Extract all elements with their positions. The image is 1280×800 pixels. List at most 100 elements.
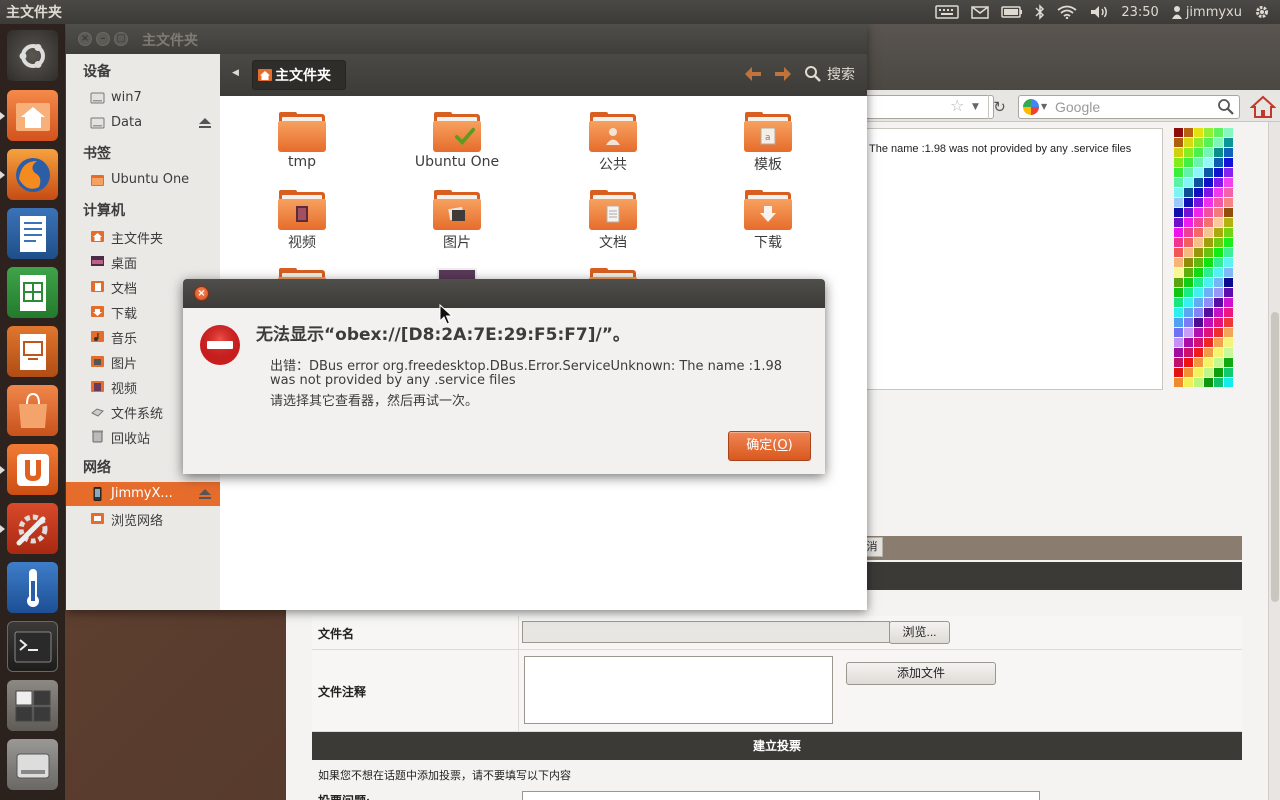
file-item-tmp[interactable]: tmp xyxy=(242,112,362,170)
palette-swatch[interactable] xyxy=(1184,378,1193,387)
palette-swatch[interactable] xyxy=(1214,138,1223,147)
palette-swatch[interactable] xyxy=(1194,278,1203,287)
add-file-button[interactable]: 添加文件 xyxy=(846,662,996,685)
palette-swatch[interactable] xyxy=(1174,288,1183,297)
palette-swatch[interactable] xyxy=(1194,288,1203,297)
palette-swatch[interactable] xyxy=(1204,348,1213,357)
palette-swatch[interactable] xyxy=(1214,278,1223,287)
palette-swatch[interactable] xyxy=(1204,298,1213,307)
close-dialog-icon[interactable]: × xyxy=(194,286,209,301)
clock-indicator[interactable]: 23:50 xyxy=(1115,0,1164,24)
palette-swatch[interactable] xyxy=(1184,208,1193,217)
palette-swatch[interactable] xyxy=(1204,188,1213,197)
palette-swatch[interactable] xyxy=(1204,128,1213,137)
palette-swatch[interactable] xyxy=(1184,178,1193,187)
palette-swatch[interactable] xyxy=(1174,238,1183,247)
palette-swatch[interactable] xyxy=(1184,218,1193,227)
scrollbar-thumb[interactable] xyxy=(1271,312,1279,602)
palette-swatch[interactable] xyxy=(1214,148,1223,157)
palette-swatch[interactable] xyxy=(1204,378,1213,387)
network-indicator[interactable] xyxy=(1051,0,1083,24)
breadcrumb-left-arrow-icon[interactable]: ◀ xyxy=(232,68,239,78)
palette-swatch[interactable] xyxy=(1224,278,1233,287)
launcher-dash-button[interactable] xyxy=(7,30,58,81)
palette-swatch[interactable] xyxy=(1224,208,1233,217)
url-dropdown-icon[interactable]: ▼ xyxy=(972,102,979,112)
palette-swatch[interactable] xyxy=(1174,188,1183,197)
launcher-calc[interactable] xyxy=(7,267,58,318)
palette-swatch[interactable] xyxy=(1194,198,1203,207)
palette-swatch[interactable] xyxy=(1184,318,1193,327)
palette-swatch[interactable] xyxy=(1214,158,1223,167)
palette-swatch[interactable] xyxy=(1184,168,1193,177)
palette-swatch[interactable] xyxy=(1194,218,1203,227)
palette-swatch[interactable] xyxy=(1214,338,1223,347)
bluetooth-indicator[interactable] xyxy=(1029,0,1051,24)
palette-swatch[interactable] xyxy=(1224,128,1233,137)
palette-swatch[interactable] xyxy=(1214,348,1223,357)
sidebar-item-home[interactable]: 主文件夹 xyxy=(66,224,220,248)
palette-swatch[interactable] xyxy=(1204,208,1213,217)
palette-swatch[interactable] xyxy=(1184,338,1193,347)
search-bar[interactable]: ▼ Google xyxy=(1018,95,1240,119)
launcher-workspace-switcher[interactable] xyxy=(7,680,58,731)
palette-swatch[interactable] xyxy=(1214,248,1223,257)
browse-button[interactable]: 浏览... xyxy=(889,621,950,644)
palette-swatch[interactable] xyxy=(1214,228,1223,237)
palette-swatch[interactable] xyxy=(1174,248,1183,257)
ok-button[interactable]: 确定(O) xyxy=(728,431,811,461)
palette-swatch[interactable] xyxy=(1184,138,1193,147)
back-arrow-icon[interactable] xyxy=(742,64,764,84)
color-palette[interactable] xyxy=(1174,128,1234,394)
launcher-impress[interactable] xyxy=(7,326,58,377)
dialog-titlebar[interactable]: × xyxy=(183,279,825,308)
eject-icon[interactable] xyxy=(198,488,212,500)
palette-swatch[interactable] xyxy=(1204,228,1213,237)
page-scrollbar[interactable] xyxy=(1268,122,1280,800)
search-button[interactable]: 搜索 xyxy=(804,64,855,84)
palette-swatch[interactable] xyxy=(1204,278,1213,287)
palette-swatch[interactable] xyxy=(1174,218,1183,227)
palette-swatch[interactable] xyxy=(1174,178,1183,187)
palette-swatch[interactable] xyxy=(1194,248,1203,257)
palette-swatch[interactable] xyxy=(1184,328,1193,337)
palette-swatch[interactable] xyxy=(1214,358,1223,367)
palette-swatch[interactable] xyxy=(1204,258,1213,267)
palette-swatch[interactable] xyxy=(1194,308,1203,317)
palette-swatch[interactable] xyxy=(1194,158,1203,167)
palette-swatch[interactable] xyxy=(1204,368,1213,377)
palette-swatch[interactable] xyxy=(1224,378,1233,387)
palette-swatch[interactable] xyxy=(1194,338,1203,347)
palette-swatch[interactable] xyxy=(1194,208,1203,217)
launcher-home-folder[interactable] xyxy=(7,90,58,141)
palette-swatch[interactable] xyxy=(1184,188,1193,197)
palette-swatch[interactable] xyxy=(1224,228,1233,237)
palette-swatch[interactable] xyxy=(1224,348,1233,357)
launcher-system-settings[interactable] xyxy=(7,503,58,554)
palette-swatch[interactable] xyxy=(1184,128,1193,137)
palette-swatch[interactable] xyxy=(1184,148,1193,157)
palette-swatch[interactable] xyxy=(1204,308,1213,317)
palette-swatch[interactable] xyxy=(1174,168,1183,177)
palette-swatch[interactable] xyxy=(1174,378,1183,387)
palette-swatch[interactable] xyxy=(1214,188,1223,197)
palette-swatch[interactable] xyxy=(1214,218,1223,227)
palette-swatch[interactable] xyxy=(1194,228,1203,237)
palette-swatch[interactable] xyxy=(1224,198,1233,207)
launcher-ubuntu-one[interactable] xyxy=(7,444,58,495)
palette-swatch[interactable] xyxy=(1214,128,1223,137)
palette-swatch[interactable] xyxy=(1174,298,1183,307)
minimize-window-icon[interactable]: – xyxy=(96,32,110,46)
sidebar-item-data[interactable]: Data xyxy=(66,111,220,135)
eject-icon[interactable] xyxy=(198,117,212,129)
palette-swatch[interactable] xyxy=(1184,278,1193,287)
palette-swatch[interactable] xyxy=(1214,298,1223,307)
palette-swatch[interactable] xyxy=(1194,378,1203,387)
palette-swatch[interactable] xyxy=(1194,188,1203,197)
close-window-icon[interactable]: × xyxy=(78,32,92,46)
user-indicator[interactable]: jimmyxu xyxy=(1165,0,1248,24)
palette-swatch[interactable] xyxy=(1194,148,1203,157)
palette-swatch[interactable] xyxy=(1224,318,1233,327)
window-titlebar[interactable]: × – □ 主文件夹 xyxy=(66,24,867,54)
palette-swatch[interactable] xyxy=(1214,178,1223,187)
